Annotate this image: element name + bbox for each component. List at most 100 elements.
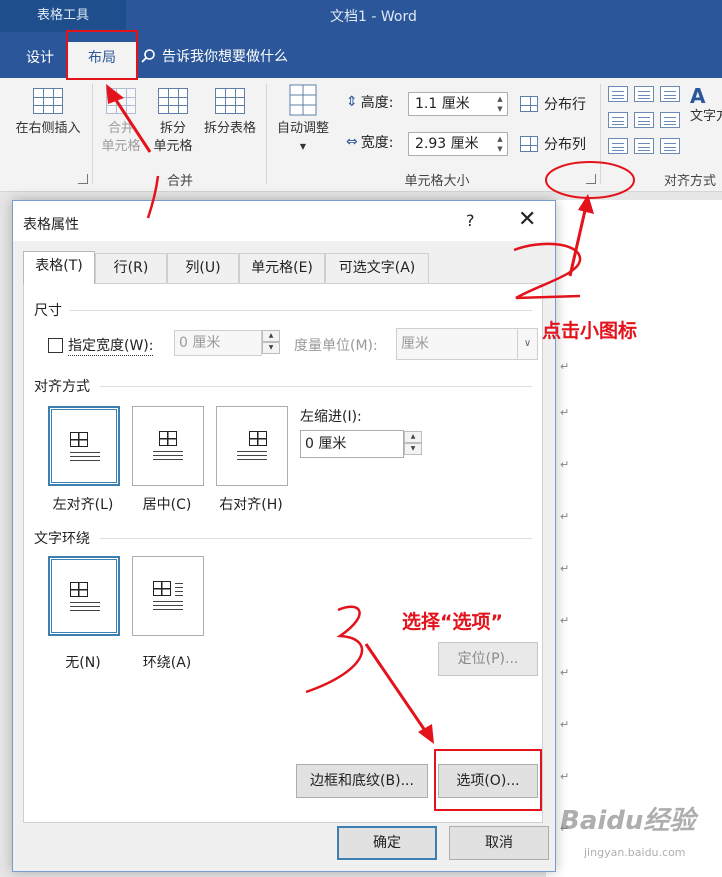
row-height-input[interactable]: 1.1 厘米 ▲ ▼ (408, 92, 508, 116)
insert-right-icon (33, 88, 63, 114)
section-divider (100, 386, 532, 387)
table-icon (153, 581, 171, 596)
text-direction-icon: A (690, 84, 706, 108)
tab-cell[interactable]: 单元格(E) (239, 253, 325, 283)
tell-me-search[interactable]: 告诉我你想要做什么 (140, 46, 288, 66)
positioning-button[interactable]: 定位(P)... (438, 642, 538, 676)
column-width-spinner[interactable]: ▲ ▼ (495, 134, 505, 154)
cell-alignment-grid (608, 86, 686, 154)
group-separator (266, 84, 267, 184)
paragraph-mark: ↵ (560, 614, 570, 627)
help-button[interactable]: ? (466, 211, 475, 230)
annotation-select-options: 选择“选项” (402, 611, 503, 633)
close-button[interactable]: ✕ (518, 207, 536, 232)
align-top-left-icon[interactable] (608, 86, 628, 102)
group-separator (92, 84, 93, 184)
text-lines-icon (153, 601, 183, 611)
indent-value: 0 厘米 (305, 436, 347, 452)
align-left-label: 左对齐(L) (52, 497, 114, 513)
table-icon (159, 431, 177, 446)
column-width-icon: ⇔ (346, 134, 358, 150)
highlight-options-button (434, 749, 542, 811)
indent-spinner[interactable]: ▲ ▼ (404, 431, 422, 457)
align-center-option[interactable] (132, 406, 204, 486)
text-lines-icon (70, 452, 100, 462)
cell-size-dialog-launcher[interactable] (586, 174, 596, 184)
column-width-control: ⇔ 宽度: (346, 132, 393, 152)
align-bottom-right-icon[interactable] (660, 138, 680, 154)
distribute-rows-button[interactable]: 分布行 (520, 94, 586, 114)
wrap-around-option[interactable] (132, 556, 204, 636)
preferred-width-input[interactable]: 0 厘米 (174, 330, 262, 356)
wrap-none-option[interactable] (48, 556, 120, 636)
wrap-around-label: 环绕(A) (142, 655, 192, 671)
tab-column[interactable]: 列(U) (167, 253, 239, 283)
merge-cells-icon (106, 88, 136, 114)
wrap-none-label: 无(N) (65, 655, 101, 671)
tab-alt-text[interactable]: 可选文字(A) (325, 253, 429, 283)
preferred-width-checkbox[interactable] (48, 338, 63, 353)
row-height-icon: ⇕ (346, 94, 358, 110)
align-middle-right-icon[interactable] (660, 112, 680, 128)
paragraph-mark: ↵ (560, 510, 570, 523)
window-title: 文档1 - Word (330, 9, 417, 25)
align-right-label: 右对齐(H) (219, 497, 283, 513)
insert-right-button[interactable]: 在右侧插入 (6, 86, 90, 138)
paragraph-mark: ↵ (560, 406, 570, 419)
paragraph-mark: ↵ (560, 458, 570, 471)
chevron-down-icon: ▼ (299, 142, 307, 151)
distribute-columns-label: 分布列 (544, 137, 586, 153)
align-middle-center-icon[interactable] (634, 112, 654, 128)
preferred-width-spinner[interactable]: ▲ ▼ (262, 330, 280, 356)
autofit-button[interactable]: 自动调整 ▼ (270, 84, 336, 156)
tell-me-label: 告诉我你想要做什么 (162, 49, 288, 65)
column-width-label: 宽度: (360, 135, 394, 151)
merge-cells-label-1: 合并 (107, 121, 134, 136)
align-left-option[interactable] (48, 406, 120, 486)
table-tab-panel: 尺寸 指定宽度(W): 0 厘米 ▲ ▼ 度量单位(M): 厘米 ∨ 对齐方式 左… (23, 283, 543, 823)
tab-table[interactable]: 表格(T) (23, 251, 95, 284)
watermark-url: jingyan.baidu.com (584, 846, 686, 859)
align-bottom-left-icon[interactable] (608, 138, 628, 154)
table-icon (70, 582, 88, 597)
measure-in-select[interactable]: 厘米 ∨ (396, 328, 538, 360)
paragraph-mark: ↵ (560, 718, 570, 731)
column-width-value: 2.93 厘米 (415, 136, 479, 152)
measure-in-value: 厘米 (401, 336, 429, 352)
align-right-option[interactable] (216, 406, 288, 486)
document-page[interactable]: ↵ ↵ ↵ ↵ ↵ ↵ ↵ ↵ ↵ ↵ (546, 200, 722, 877)
distribute-columns-button[interactable]: 分布列 (520, 134, 586, 154)
row-height-spinner[interactable]: ▲ ▼ (495, 94, 505, 114)
search-icon (141, 49, 155, 63)
text-lines-icon (237, 451, 267, 461)
cancel-button[interactable]: 取消 (449, 826, 549, 860)
split-cells-button[interactable]: 拆分 单元格 (148, 86, 198, 156)
alignment-section-title: 对齐方式 (34, 379, 90, 395)
distribute-rows-label: 分布行 (544, 97, 586, 113)
highlight-layout-tab (66, 30, 138, 80)
split-table-button[interactable]: 拆分表格 (198, 86, 262, 138)
split-table-label: 拆分表格 (203, 121, 256, 136)
align-middle-left-icon[interactable] (608, 112, 628, 128)
merge-cells-label-2: 单元格 (101, 139, 141, 154)
indent-input[interactable]: 0 厘米 (300, 430, 404, 458)
group-separator (600, 84, 601, 184)
align-top-center-icon[interactable] (634, 86, 654, 102)
text-direction-button[interactable]: A 文字方 (690, 84, 722, 126)
align-bottom-center-icon[interactable] (634, 138, 654, 154)
rows-columns-dialog-launcher[interactable] (78, 174, 88, 184)
align-top-right-icon[interactable] (660, 86, 680, 102)
paragraph-mark: ↵ (560, 770, 570, 783)
ribbon: 在右侧插入 合并 单元格 拆分 单元格 拆分表格 合并 自动调整 ▼ ⇕ 高度:… (0, 78, 722, 192)
split-cells-label-1: 拆分 (159, 121, 186, 136)
ok-button[interactable]: 确定 (337, 826, 437, 860)
tab-design[interactable]: 设计 (16, 42, 64, 78)
text-lines-icon (153, 451, 183, 461)
wrapping-section-title: 文字环绕 (34, 531, 90, 547)
text-lines-icon (175, 581, 183, 597)
borders-shading-button[interactable]: 边框和底纹(B)... (296, 764, 428, 798)
merge-cells-button[interactable]: 合并 单元格 (96, 86, 146, 156)
column-width-input[interactable]: 2.93 厘米 ▲ ▼ (408, 132, 508, 156)
merge-group-label: 合并 (166, 174, 193, 189)
tab-row[interactable]: 行(R) (95, 253, 167, 283)
